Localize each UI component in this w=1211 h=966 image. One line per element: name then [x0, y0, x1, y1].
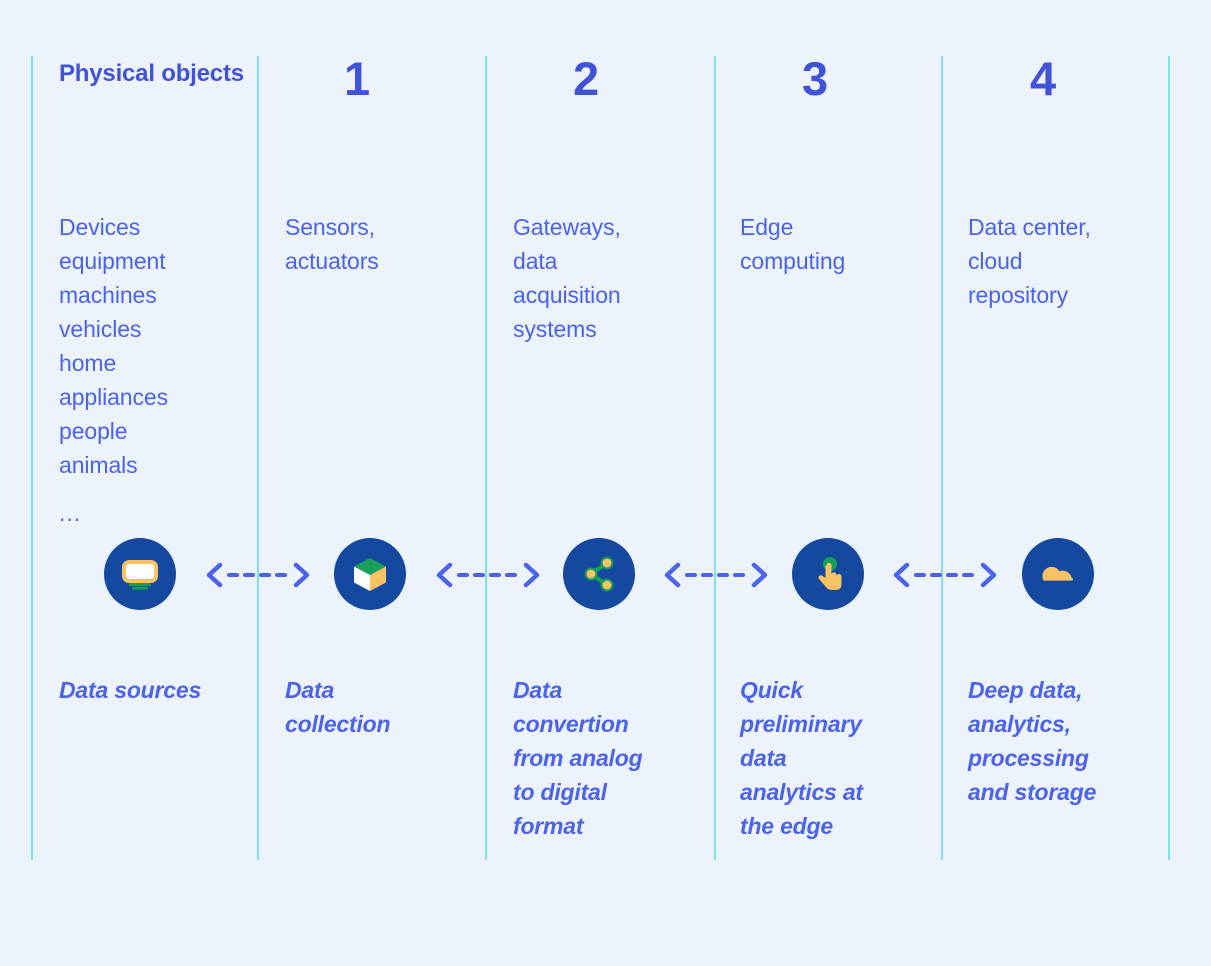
- column-items-text: Gateways, data acquisition systems: [513, 214, 621, 343]
- column-physical-objects: Physical objects Devices equipment machi…: [31, 0, 257, 966]
- column-gateways: 2 Gateways, data acquisition systems Dat…: [485, 0, 714, 966]
- column-caption-deep-data: Deep data, analytics, processing and sto…: [968, 677, 1097, 806]
- iot-data-flow-diagram: Physical objects Devices equipment machi…: [0, 0, 1211, 966]
- icon-device-screen: [104, 538, 176, 610]
- column-items-ellipsis: ...: [59, 500, 82, 527]
- column-items-edge-computing: Edge computing: [740, 176, 845, 278]
- column-edge-computing: 3 Edge computing Quick preliminary data …: [714, 0, 941, 966]
- column-number-1: 1: [344, 52, 370, 105]
- column-number-2: 2: [573, 52, 599, 105]
- icon-cloud: [1022, 538, 1094, 610]
- column-items-gateways: Gateways, data acquisition systems: [513, 176, 621, 346]
- icon-share-nodes: [563, 538, 635, 610]
- column-caption-quick-preliminary: Quick preliminary data analytics at the …: [740, 677, 863, 840]
- column-number-4: 4: [1030, 52, 1056, 105]
- column-caption-data-collection: Data collection: [285, 677, 391, 738]
- cloud-icon: [1042, 566, 1073, 581]
- cube-box-icon: [354, 558, 386, 591]
- column-items-data-center: Data center, cloud repository: [968, 176, 1091, 312]
- icon-tap-hand: [792, 538, 864, 610]
- column-caption-data-sources: Data sources: [59, 677, 202, 703]
- device-screen-icon: [122, 560, 158, 590]
- column-items-physical-objects: Devices equipment machines vehicles home…: [59, 176, 168, 564]
- column-items-text: Sensors, actuators: [285, 214, 379, 275]
- column-items-text: Data center, cloud repository: [968, 214, 1091, 309]
- column-number-3: 3: [802, 52, 828, 105]
- column-title-physical-objects: Physical objects: [59, 60, 244, 87]
- column-data-center: 4 Data center, cloud repository Deep dat…: [941, 0, 1168, 966]
- tap-hand-icon: [818, 557, 842, 590]
- icon-cube-box: [334, 538, 406, 610]
- column-items-text: Devices equipment machines vehicles home…: [59, 214, 168, 479]
- column-items-text: Edge computing: [740, 214, 846, 275]
- column-items-sensors: Sensors, actuators: [285, 176, 379, 278]
- column-caption-data-convertion: Data convertion from analog to digital f…: [513, 677, 643, 840]
- share-nodes-icon: [584, 556, 614, 592]
- column-divider-5: [1168, 56, 1170, 860]
- column-sensors: 1 Sensors, actuators Data collection: [257, 0, 485, 966]
